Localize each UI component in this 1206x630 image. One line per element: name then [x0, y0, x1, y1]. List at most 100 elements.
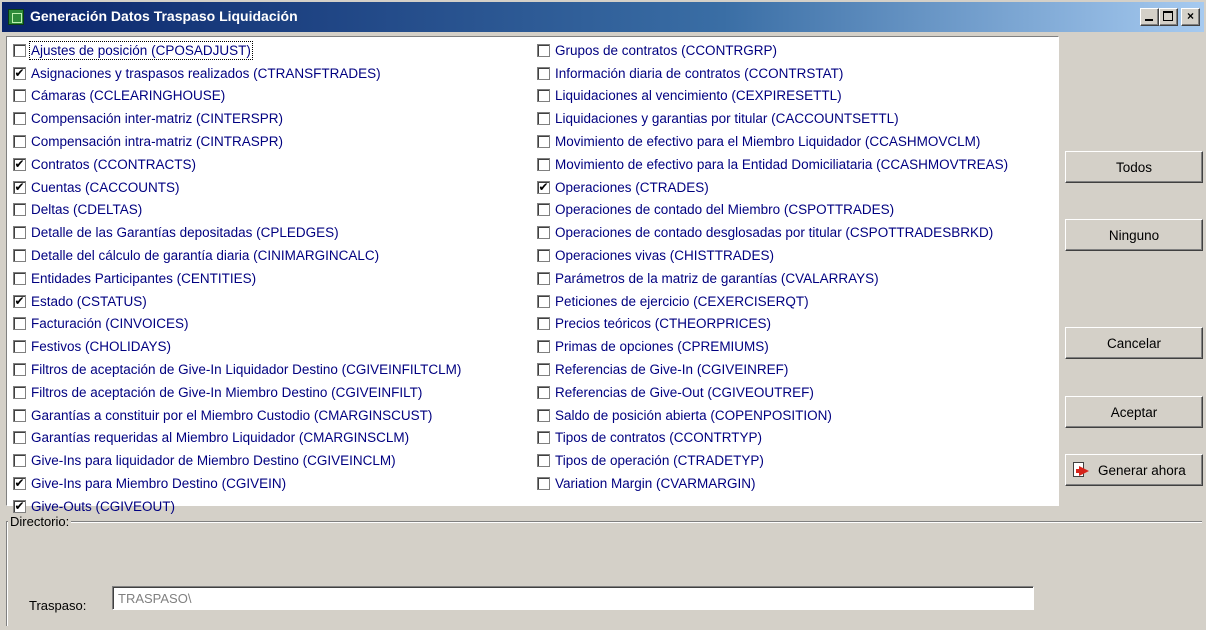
minimize-icon — [1145, 19, 1153, 21]
checkbox-unchecked[interactable] — [537, 66, 550, 80]
checklist-item[interactable]: Filtros de aceptación de Give-In Liquida… — [13, 358, 461, 381]
checkbox-unchecked[interactable] — [537, 385, 550, 399]
checkbox-unchecked[interactable] — [13, 203, 26, 217]
checklist-item[interactable]: Detalle de las Garantías depositadas (CP… — [13, 221, 461, 244]
checkbox-unchecked[interactable] — [537, 317, 550, 331]
checklist-item[interactable]: Primas de opciones (CPREMIUMS) — [537, 335, 1008, 358]
checkbox-unchecked[interactable] — [13, 226, 26, 240]
checkbox-unchecked[interactable] — [537, 271, 550, 285]
checklist-item[interactable]: Compensación inter-matriz (CINTERSPR) — [13, 107, 461, 130]
checkbox-checked[interactable]: ✔ — [13, 157, 26, 171]
checklist-item[interactable]: ✔ Cuentas (CACCOUNTS) — [13, 176, 461, 199]
checkbox-unchecked[interactable] — [13, 408, 26, 422]
checkbox-checked[interactable]: ✔ — [13, 499, 26, 513]
checkbox-unchecked[interactable] — [537, 340, 550, 354]
checklist-item[interactable]: Tipos de operación (CTRADETYP) — [537, 449, 1008, 472]
checklist-item[interactable]: ✔ Operaciones (CTRADES) — [537, 176, 1008, 199]
checklist-item-label: Detalle de las Garantías depositadas (CP… — [31, 225, 339, 241]
select-none-button[interactable]: Ninguno — [1065, 219, 1203, 251]
checkbox-checked[interactable]: ✔ — [13, 477, 26, 491]
checklist-item[interactable]: Referencias de Give-Out (CGIVEOUTREF) — [537, 381, 1008, 404]
checklist-item[interactable]: ✔ Asignaciones y traspasos realizados (CT… — [13, 62, 461, 85]
checkbox-unchecked[interactable] — [537, 249, 550, 263]
checklist-item[interactable]: Filtros de aceptación de Give-In Miembro… — [13, 381, 461, 404]
checkbox-unchecked[interactable] — [13, 271, 26, 285]
checklist-item[interactable]: ✔ Give-Ins para Miembro Destino (CGIVEIN) — [13, 472, 461, 495]
title-bar[interactable]: Generación Datos Traspaso Liquidación × — [2, 2, 1204, 32]
checkbox-unchecked[interactable] — [537, 112, 550, 126]
checkbox-unchecked[interactable] — [537, 477, 550, 491]
checkbox-unchecked[interactable] — [537, 226, 550, 240]
checklist-item[interactable]: Parámetros de la matriz de garantías (CV… — [537, 267, 1008, 290]
checklist-item[interactable]: Operaciones vivas (CHISTTRADES) — [537, 244, 1008, 267]
checkbox-unchecked[interactable] — [537, 157, 550, 171]
checkbox-unchecked[interactable] — [537, 135, 550, 149]
checkbox-unchecked[interactable] — [13, 112, 26, 126]
checklist-item[interactable]: Detalle del cálculo de garantía diaria (… — [13, 244, 461, 267]
checkbox-unchecked[interactable] — [537, 43, 550, 57]
checklist-item[interactable]: Facturación (CINVOICES) — [13, 313, 461, 336]
checkbox-unchecked[interactable] — [537, 431, 550, 445]
checkbox-checked[interactable]: ✔ — [537, 180, 550, 194]
checklist-item[interactable]: Grupos de contratos (CCONTRGRP) — [537, 39, 1008, 62]
checklist-item[interactable]: Referencias de Give-In (CGIVEINREF) — [537, 358, 1008, 381]
checklist-item[interactable]: Festivos (CHOLIDAYS) — [13, 335, 461, 358]
checkbox-checked[interactable]: ✔ — [13, 180, 26, 194]
checklist-item[interactable]: Liquidaciones al vencimiento (CEXPIRESET… — [537, 85, 1008, 108]
checklist-item[interactable]: ✔ Give-Outs (CGIVEOUT) — [13, 495, 461, 518]
checklist-item[interactable]: Movimiento de efectivo para el Miembro L… — [537, 130, 1008, 153]
checklist-item[interactable]: Compensación intra-matriz (CINTRASPR) — [13, 130, 461, 153]
select-all-button[interactable]: Todos — [1065, 151, 1203, 183]
checkbox-unchecked[interactable] — [537, 363, 550, 377]
generate-now-button[interactable]: Generar ahora — [1065, 454, 1203, 486]
checklist-item[interactable]: Operaciones de contado del Miembro (CSPO… — [537, 199, 1008, 222]
checklist-item-label: Garantías requeridas al Miembro Liquidad… — [31, 430, 410, 446]
checklist-item[interactable]: Entidades Participantes (CENTITIES) — [13, 267, 461, 290]
checklist-item[interactable]: Ajustes de posición (CPOSADJUST) — [13, 39, 461, 62]
checklist-item[interactable]: Saldo de posición abierta (COPENPOSITION… — [537, 404, 1008, 427]
checkbox-unchecked[interactable] — [537, 454, 550, 468]
cancel-button[interactable]: Cancelar — [1065, 327, 1203, 359]
checklist-item[interactable]: Give-Ins para liquidador de Miembro Dest… — [13, 449, 461, 472]
checkbox-unchecked[interactable] — [13, 135, 26, 149]
checkbox-unchecked[interactable] — [13, 340, 26, 354]
window-title: Generación Datos Traspaso Liquidación — [30, 8, 298, 24]
checklist-item[interactable]: Información diaria de contratos (CCONTRS… — [537, 62, 1008, 85]
checklist-item[interactable]: Precios teóricos (CTHEORPRICES) — [537, 313, 1008, 336]
checkbox-unchecked[interactable] — [13, 249, 26, 263]
checkbox-unchecked[interactable] — [13, 363, 26, 377]
checkbox-unchecked[interactable] — [13, 317, 26, 331]
checklist-item-label: Movimiento de efectivo para el Miembro L… — [555, 134, 981, 150]
checkbox-unchecked[interactable] — [13, 43, 26, 57]
checklist-item[interactable]: Tipos de contratos (CCONTRTYP) — [537, 427, 1008, 450]
checkbox-unchecked[interactable] — [537, 89, 550, 103]
checklist-item[interactable]: Operaciones de contado desglosadas por t… — [537, 221, 1008, 244]
checklist-item[interactable]: Garantías a constituir por el Miembro Cu… — [13, 404, 461, 427]
checklist-item-label: Asignaciones y traspasos realizados (CTR… — [31, 65, 381, 81]
checklist-item[interactable]: Cámaras (CCLEARINGHOUSE) — [13, 85, 461, 108]
accept-button[interactable]: Aceptar — [1065, 396, 1203, 428]
checklist-item[interactable]: Deltas (CDELTAS) — [13, 199, 461, 222]
checkbox-unchecked[interactable] — [13, 89, 26, 103]
checklist-item[interactable]: ✔ Estado (CSTATUS) — [13, 290, 461, 313]
maximize-button[interactable] — [1159, 8, 1178, 26]
checkbox-checked[interactable]: ✔ — [13, 66, 26, 80]
checklist-item[interactable]: Peticiones de ejercicio (CEXERCISERQT) — [537, 290, 1008, 313]
checkbox-unchecked[interactable] — [13, 385, 26, 399]
checklist-item[interactable]: ✔ Contratos (CCONTRACTS) — [13, 153, 461, 176]
traspaso-path-field[interactable] — [112, 586, 1034, 610]
checklist-item-label: Give-Outs (CGIVEOUT) — [31, 498, 176, 514]
checklist-item[interactable]: Movimiento de efectivo para la Entidad D… — [537, 153, 1008, 176]
checkbox-unchecked[interactable] — [537, 203, 550, 217]
checkbox-unchecked[interactable] — [13, 431, 26, 445]
checklist-item[interactable]: Variation Margin (CVARMARGIN) — [537, 472, 1008, 495]
minimize-button[interactable] — [1140, 8, 1159, 26]
checklist-item[interactable]: Garantías requeridas al Miembro Liquidad… — [13, 427, 461, 450]
close-button[interactable]: × — [1181, 8, 1200, 26]
checkbox-checked[interactable]: ✔ — [13, 294, 26, 308]
checkbox-unchecked[interactable] — [537, 294, 550, 308]
checklist-item-label: Variation Margin (CVARMARGIN) — [555, 476, 756, 492]
checkbox-unchecked[interactable] — [13, 454, 26, 468]
checklist-item[interactable]: Liquidaciones y garantias por titular (C… — [537, 107, 1008, 130]
checkbox-unchecked[interactable] — [537, 408, 550, 422]
